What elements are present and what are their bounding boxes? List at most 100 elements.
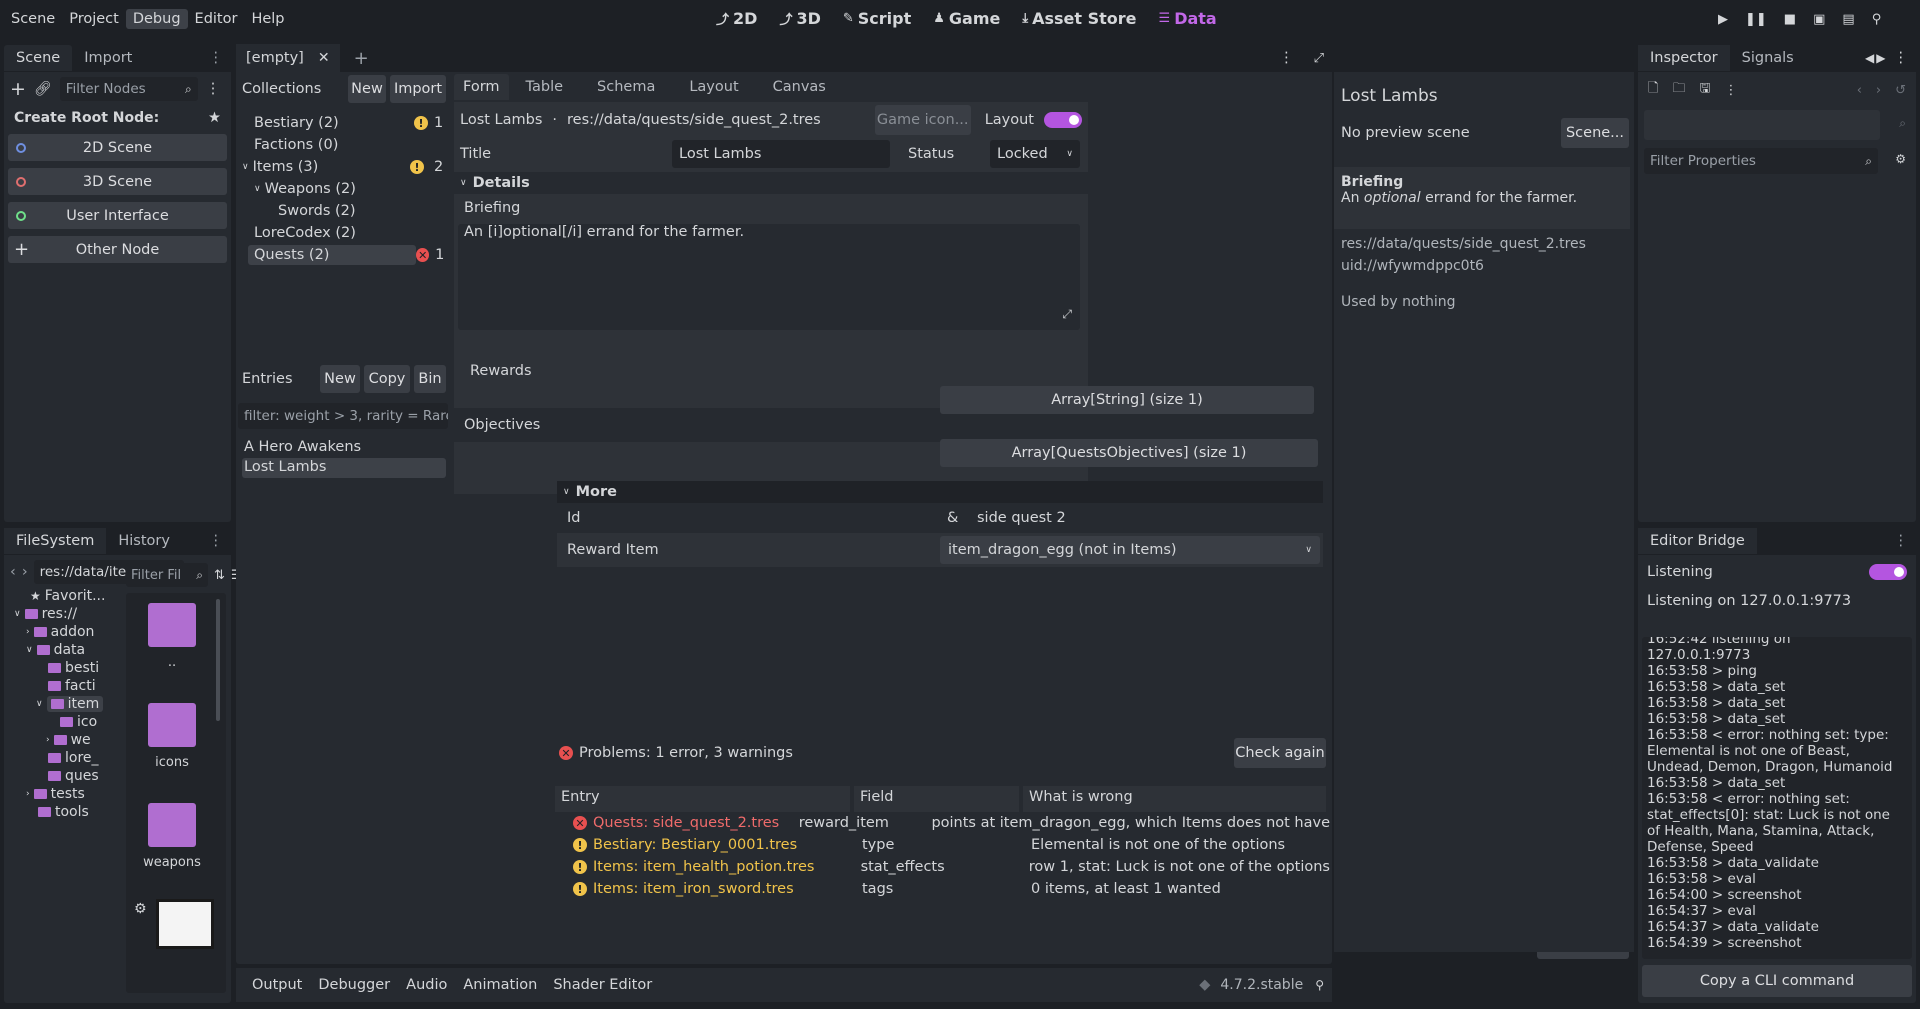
tree-item-lore[interactable]: lore_: [8, 749, 118, 767]
object-path-field[interactable]: [1644, 110, 1880, 140]
scene-button[interactable]: Scene...: [1561, 118, 1629, 148]
layout-toggle[interactable]: [1044, 112, 1082, 128]
tree-item-bestiary[interactable]: besti: [8, 659, 118, 677]
tree-item-quests[interactable]: ques: [8, 767, 118, 785]
forward-icon[interactable]: ›: [22, 564, 28, 580]
workspace-data[interactable]: ☰ Data: [1159, 9, 1217, 28]
filter-nodes-input[interactable]: Filter Nodes ⌕: [59, 77, 198, 101]
check-again-button[interactable]: Check again: [1234, 738, 1326, 768]
new-entry-button[interactable]: New: [320, 365, 360, 393]
play-icon[interactable]: ▶: [1718, 12, 1728, 27]
tab-layout[interactable]: Layout: [672, 74, 755, 100]
entries-filter-input[interactable]: filter: weight > 3, rarity = Rare, name: [238, 403, 448, 429]
root-node-3d-scene[interactable]: 3D Scene: [8, 168, 227, 195]
dock-menu-icon[interactable]: ⋮: [1894, 533, 1909, 549]
rewards-array-button-full[interactable]: Array[String] (size 1): [940, 386, 1314, 414]
more-section-header[interactable]: ∨ More: [557, 481, 1323, 503]
tab-form[interactable]: Form: [454, 74, 509, 100]
tab-scene[interactable]: Scene: [4, 45, 73, 71]
tree-item-tests[interactable]: › tests: [8, 785, 118, 803]
play-scene-icon[interactable]: ▣: [1813, 12, 1825, 27]
menu-project[interactable]: Project: [62, 9, 126, 29]
tab-shader-editor[interactable]: Shader Editor: [545, 977, 660, 993]
open-folder-icon[interactable]: 🗀︎: [1672, 79, 1685, 101]
problem-row[interactable]: ! Bestiary: Bestiary_0001.tres type Eleme…: [555, 834, 1330, 856]
menu-debug[interactable]: Debug: [125, 9, 188, 29]
play-custom-scene-icon[interactable]: ▤: [1842, 12, 1854, 27]
dock-prev-icon[interactable]: ◀: [1865, 51, 1874, 65]
tab-inspector[interactable]: Inspector: [1638, 45, 1730, 71]
tab-signals[interactable]: Signals: [1730, 45, 1806, 71]
file-grid-item[interactable]: icons: [132, 703, 212, 770]
expand-icon[interactable]: ⤢: [1062, 307, 1072, 322]
new-collection-button[interactable]: New: [348, 75, 386, 103]
history-forward-icon[interactable]: ›: [1876, 83, 1881, 98]
problem-row[interactable]: ! Items: item_iron_sword.tres tags 0 item…: [555, 878, 1330, 900]
root-node-user-interface[interactable]: User Interface: [8, 202, 227, 229]
briefing-textarea[interactable]: An [i]optional[/i] errand for the farmer…: [458, 224, 1080, 330]
tree-item-icons[interactable]: ico: [8, 713, 118, 731]
tree-item-favorites[interactable]: ★ Favorit...: [8, 587, 118, 605]
problem-row[interactable]: ✕ Quests: side_quest_2.tres reward_item p…: [555, 812, 1330, 834]
copy-entry-button[interactable]: Copy: [364, 365, 410, 393]
new-tab-icon[interactable]: +: [354, 48, 369, 69]
tab-filesystem[interactable]: FileSystem: [4, 528, 107, 554]
screenshot-thumbnail[interactable]: [156, 899, 214, 949]
sort-icon[interactable]: ⇅: [214, 568, 225, 583]
filter-properties-input[interactable]: Filter Properties ⌕: [1644, 148, 1878, 174]
dock-next-icon[interactable]: ▶: [1876, 51, 1885, 65]
editor-menu-icon[interactable]: ⋮: [1279, 50, 1294, 66]
history-back-icon[interactable]: ‹: [1857, 83, 1862, 98]
menu-editor[interactable]: Editor: [188, 9, 245, 29]
favorites-star-icon[interactable]: ★: [208, 110, 221, 126]
tree-item-tools[interactable]: tools: [8, 803, 118, 821]
save-icon[interactable]: 🖫︎: [1699, 79, 1710, 101]
movie-maker-icon[interactable]: ⚲: [1872, 12, 1882, 27]
collection-item-factions[interactable]: Factions (0): [242, 134, 446, 156]
dock-menu-icon[interactable]: ⋮: [1894, 50, 1909, 66]
problem-row[interactable]: ! Items: item_health_potion.tres stat_eff…: [555, 856, 1330, 878]
file-grid-scrollbar[interactable]: [216, 599, 220, 721]
tab-schema[interactable]: Schema: [580, 74, 672, 100]
tab-output[interactable]: Output: [244, 977, 310, 993]
workspace-2d[interactable]: ⤴ 2D: [716, 9, 757, 28]
editor-tab-empty[interactable]: [empty] ✕: [236, 44, 340, 72]
entry-item-selected[interactable]: Lost Lambs: [242, 458, 446, 478]
tab-editor-bridge[interactable]: Editor Bridge: [1638, 528, 1757, 554]
title-input[interactable]: Lost Lambs: [672, 140, 890, 168]
distraction-free-icon[interactable]: ⤢: [1314, 51, 1324, 66]
property-options-icon[interactable]: ⚙: [1895, 152, 1906, 166]
workspace-asset-store[interactable]: ⤓ Asset Store: [1022, 9, 1136, 28]
tree-item-data[interactable]: ∨ data: [8, 641, 118, 659]
filter-files-input[interactable]: Filter Fil ⌕: [126, 563, 208, 587]
tree-item-addon[interactable]: › addon: [8, 623, 118, 641]
close-icon[interactable]: ✕: [318, 50, 330, 66]
bin-entry-button[interactable]: Bin: [414, 365, 446, 393]
tab-animation[interactable]: Animation: [455, 977, 545, 993]
pin-icon[interactable]: ⚲: [1315, 978, 1324, 992]
collection-item-bestiary[interactable]: Bestiary (2)! 1: [242, 112, 446, 134]
tab-import[interactable]: Import: [72, 45, 144, 71]
collection-item-items[interactable]: ∨ Items (3)! 2: [242, 156, 446, 178]
dock-menu-icon[interactable]: ⋮: [209, 533, 224, 549]
root-node-other[interactable]: + Other Node: [8, 236, 227, 263]
dock-menu-icon[interactable]: ⋮: [209, 50, 224, 66]
tree-item-res[interactable]: ∨ res://: [8, 605, 118, 623]
root-node-2d-scene[interactable]: 2D Scene: [8, 134, 227, 161]
new-resource-icon[interactable]: 🗋︎: [1648, 79, 1658, 101]
tab-table[interactable]: Table: [509, 74, 581, 100]
scene-dock-menu-icon[interactable]: ⋮: [206, 81, 221, 97]
tab-canvas[interactable]: Canvas: [756, 74, 843, 100]
more-options-icon[interactable]: ⋮: [1725, 83, 1738, 98]
add-node-icon[interactable]: +: [10, 78, 26, 100]
workspace-script[interactable]: ✎ Script: [843, 9, 911, 28]
workspace-3d[interactable]: ⤴ 3D: [779, 9, 820, 28]
reward-item-select[interactable]: item_dragon_egg (not in Items) ∨: [940, 536, 1320, 564]
col-what-is-wrong[interactable]: What is wrong: [1023, 786, 1326, 812]
back-icon[interactable]: ‹: [10, 564, 16, 580]
status-select[interactable]: Locked ∨: [990, 140, 1080, 168]
file-grid-item[interactable]: ..: [132, 603, 212, 670]
collection-item-quests[interactable]: Quests (2) ✕ 1: [242, 244, 446, 266]
pause-icon[interactable]: ❚❚: [1745, 12, 1767, 27]
collection-item-weapons[interactable]: ∨ Weapons (2): [242, 178, 446, 200]
